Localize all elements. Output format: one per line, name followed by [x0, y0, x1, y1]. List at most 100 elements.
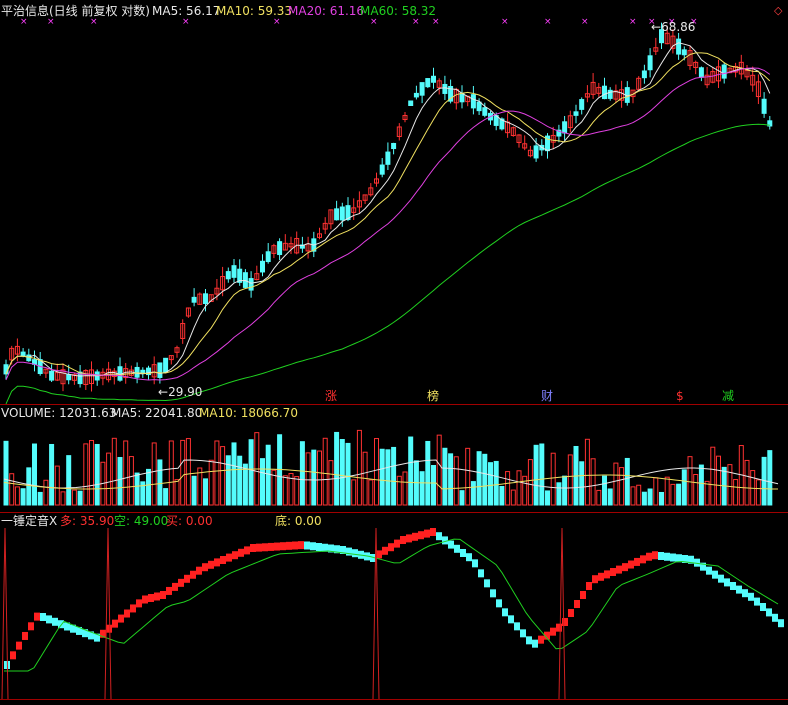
indicator-block — [490, 589, 496, 598]
indicator-block — [724, 578, 730, 587]
volume-bar — [345, 442, 351, 506]
candle-body — [476, 101, 482, 112]
volume-bar — [368, 479, 374, 506]
marker-x-icon: × — [412, 17, 420, 27]
indicator-block — [616, 565, 622, 574]
indicator-block — [508, 615, 514, 624]
indicator-block — [418, 531, 424, 540]
indicator-block — [172, 582, 178, 591]
indicator-block — [298, 541, 304, 550]
volume-bar — [71, 489, 77, 506]
volume-bar — [49, 443, 55, 506]
volume-bar — [619, 467, 625, 506]
volume-bar — [43, 479, 49, 506]
indicator-block — [592, 575, 598, 584]
volume-ma10-label: MA10: 18066.70 — [199, 406, 298, 420]
indicator-block — [574, 600, 580, 608]
indicator-block — [658, 552, 664, 560]
tag-dollar[interactable]: $ — [676, 389, 684, 403]
volume-bar — [237, 455, 243, 506]
candle-body — [761, 98, 767, 114]
volume-bar — [636, 484, 642, 506]
volume-bar — [704, 480, 710, 506]
indicator-block — [772, 613, 778, 622]
candle-body — [203, 293, 208, 304]
indicator-block — [58, 620, 64, 629]
indicator-di-label: 底: 0.00 — [275, 514, 322, 528]
candle-body — [647, 55, 653, 71]
volume-bar — [185, 438, 191, 506]
volume-bar — [402, 471, 408, 506]
volume-bar — [653, 477, 659, 506]
candle-body — [391, 142, 397, 150]
indicator-spike — [1, 527, 9, 700]
candle-body — [533, 145, 539, 159]
indicator-block — [424, 529, 430, 538]
volume-bar — [687, 456, 693, 506]
volume-bar — [94, 443, 100, 506]
volume-bar — [225, 455, 231, 506]
volume-bar — [499, 485, 505, 506]
volume-bar — [339, 439, 345, 506]
candle-body — [698, 67, 704, 78]
chart-canvas[interactable]: × × × × × × × × × × × × × × × ◇ — [0, 0, 788, 705]
indicator-block — [730, 582, 736, 590]
volume-bar — [676, 483, 682, 506]
indicator-panel[interactable] — [1, 527, 784, 700]
volume-bar — [567, 454, 573, 506]
indicator-block — [382, 546, 388, 555]
candle-body — [721, 64, 727, 79]
tag-jian[interactable]: 减 — [722, 389, 734, 403]
volume-bar — [351, 479, 357, 506]
volume-bar — [442, 447, 448, 506]
marker-x-icon: × — [273, 17, 281, 27]
indicator-block — [130, 604, 136, 613]
volume-bar — [14, 486, 20, 506]
volume-bar — [516, 470, 522, 506]
indicator-block — [352, 549, 358, 558]
volume-bar — [83, 443, 89, 506]
volume-bar — [197, 467, 203, 506]
tag-bang[interactable]: 榜 — [427, 389, 439, 403]
indicator-block — [580, 591, 586, 599]
volume-bar — [533, 444, 539, 506]
marker-x-icon: × — [370, 17, 378, 27]
volume-bar — [391, 446, 397, 506]
indicator-block — [10, 651, 16, 660]
volume-bar — [670, 483, 676, 506]
volume-bar — [744, 459, 750, 506]
volume-bar — [693, 473, 699, 506]
indicator-block — [568, 609, 574, 617]
indicator-block — [196, 566, 202, 575]
candle-body — [339, 206, 345, 221]
volume-bar — [356, 429, 362, 506]
volume-bar — [208, 459, 214, 506]
volume-bar — [664, 476, 670, 506]
indicator-block — [22, 631, 28, 640]
indicator-block — [136, 599, 142, 608]
indicator-block — [154, 592, 160, 601]
volume-bar — [3, 440, 9, 506]
indicator-block — [640, 555, 646, 564]
indicator-block — [112, 619, 118, 628]
indicator-block — [442, 536, 448, 545]
indicator-block — [190, 570, 196, 579]
arrow-left-icon: ← — [158, 385, 169, 399]
indicator-block — [148, 594, 154, 602]
price-panel[interactable]: × × × × × × × × × × × × × × × — [3, 17, 773, 405]
tag-cai[interactable]: 财 — [541, 389, 553, 403]
volume-bar — [157, 459, 163, 506]
diamond-icon[interactable]: ◇ — [774, 4, 783, 17]
indicator-block — [34, 612, 40, 621]
volume-bar — [641, 491, 647, 506]
indicator-mai-label: 买: 0.00 — [166, 514, 213, 528]
indicator-block — [166, 586, 172, 595]
indicator-block — [484, 579, 490, 588]
indicator-block — [766, 608, 772, 617]
volume-bar — [203, 478, 208, 506]
indicator-block — [676, 554, 682, 563]
volume-panel[interactable] — [3, 429, 779, 506]
indicator-block — [226, 553, 232, 562]
volume-bar — [163, 488, 169, 506]
tag-zhang[interactable]: 涨 — [325, 389, 337, 403]
